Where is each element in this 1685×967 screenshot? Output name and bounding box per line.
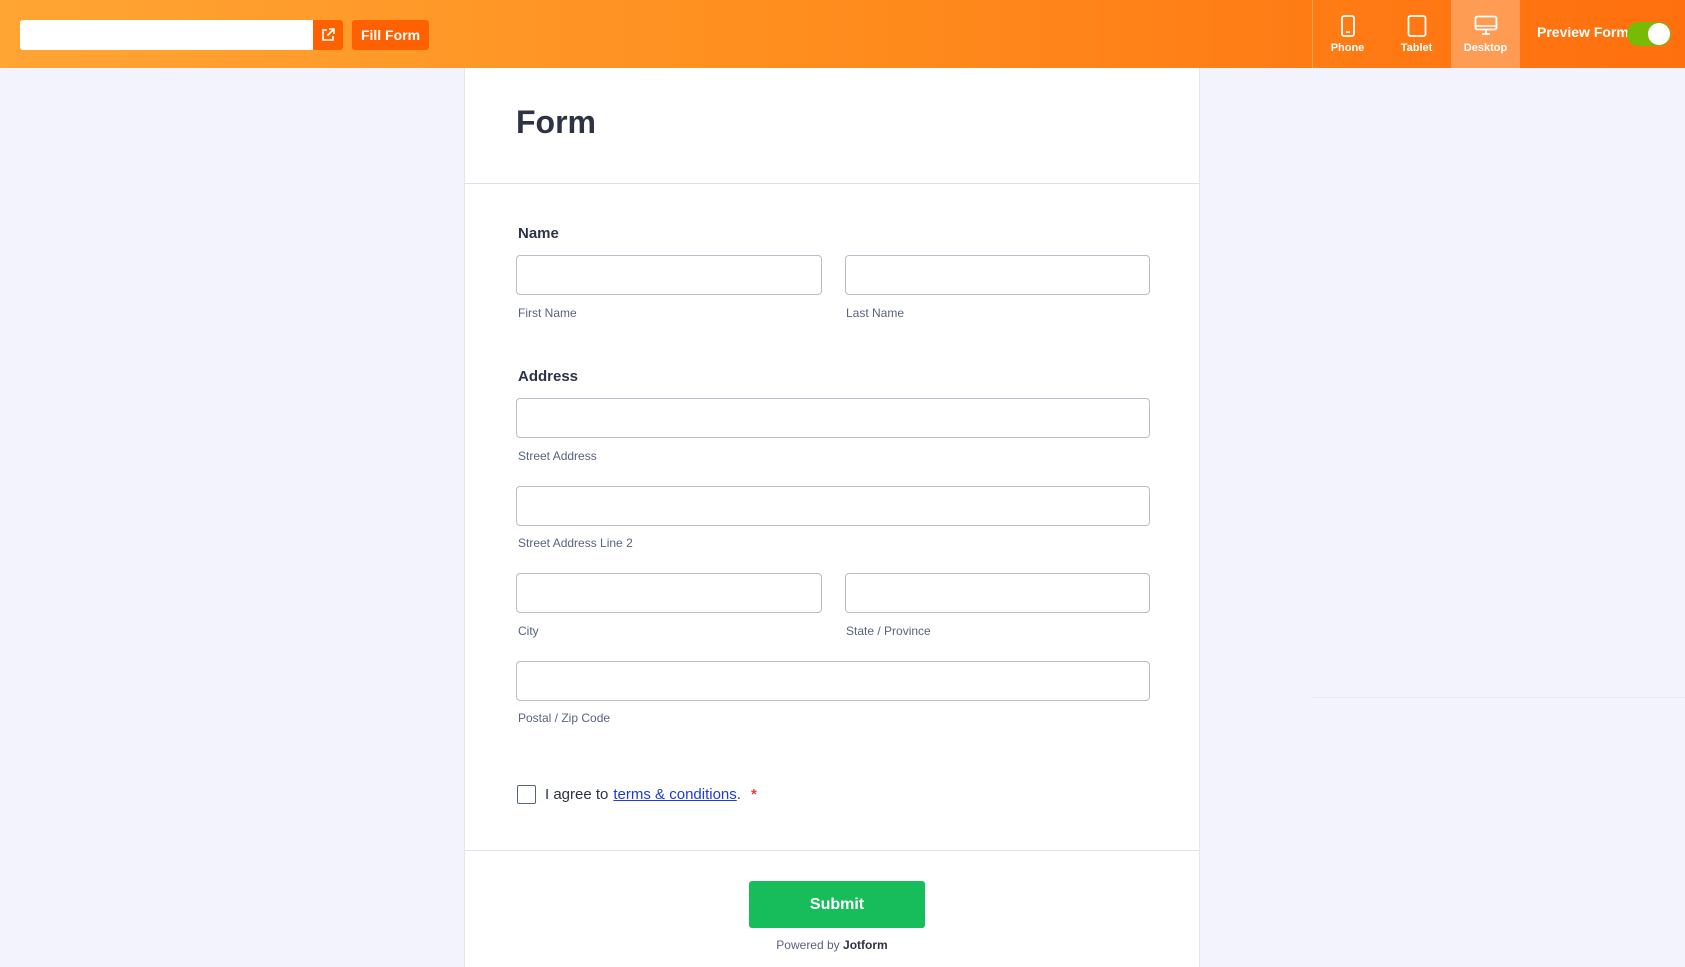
submit-button[interactable]: Submit — [749, 881, 925, 928]
device-desktop-label: Desktop — [1463, 41, 1508, 54]
name-label: Name — [518, 225, 559, 242]
form-url-field[interactable] — [20, 20, 313, 50]
footer-divider — [465, 850, 1199, 851]
city-sublabel: City — [518, 624, 539, 638]
device-switcher: Phone Tablet Desktop — [1312, 0, 1520, 68]
preview-form-label: Preview Form — [1537, 24, 1629, 40]
state-province-sublabel: State / Province — [846, 624, 931, 638]
device-phone-label: Phone — [1330, 41, 1365, 54]
device-tablet-button[interactable]: Tablet — [1382, 0, 1451, 68]
city-input[interactable] — [516, 573, 822, 613]
right-divider — [1313, 697, 1685, 698]
street-address-line2-input[interactable] — [516, 486, 1150, 526]
powered-by: Powered by Jotform — [465, 938, 1199, 952]
agree-suffix: . — [736, 786, 741, 803]
fill-form-button[interactable]: Fill Form — [352, 20, 429, 50]
toggle-knob — [1648, 23, 1670, 45]
form-header: Form — [465, 68, 1199, 184]
device-tablet-label: Tablet — [1400, 41, 1433, 54]
terms-checkbox[interactable] — [517, 785, 536, 804]
terms-row: I agree to terms & conditions . * — [517, 785, 757, 804]
first-name-input[interactable] — [516, 255, 822, 295]
terms-conditions-link[interactable]: terms & conditions — [613, 786, 736, 803]
jotform-brand[interactable]: Jotform — [843, 938, 888, 952]
street-address-input[interactable] — [516, 398, 1150, 438]
preview-form-toggle[interactable] — [1627, 22, 1671, 46]
required-asterisk: * — [750, 786, 757, 803]
street-address-sublabel: Street Address — [518, 449, 597, 463]
phone-icon — [1340, 14, 1355, 37]
postal-code-input[interactable] — [516, 661, 1150, 701]
desktop-icon — [1474, 15, 1497, 35]
top-bar: Fill Form Phone Tablet Desktop Preview F… — [0, 0, 1685, 68]
form-card: Form Name First Name Last Name Address S… — [464, 68, 1200, 967]
device-desktop-button[interactable]: Desktop — [1451, 0, 1520, 68]
agree-text: I agree to — [545, 786, 609, 803]
street-address-line2-sublabel: Street Address Line 2 — [518, 536, 633, 550]
address-label: Address — [518, 368, 579, 385]
last-name-sublabel: Last Name — [846, 306, 905, 320]
device-phone-button[interactable]: Phone — [1313, 0, 1382, 68]
last-name-input[interactable] — [845, 255, 1150, 295]
first-name-sublabel: First Name — [518, 306, 577, 320]
postal-code-sublabel: Postal / Zip Code — [518, 711, 611, 725]
open-external-button[interactable] — [313, 20, 343, 50]
tablet-icon — [1407, 14, 1426, 37]
form-title: Form — [516, 104, 596, 140]
powered-by-text: Powered by — [776, 938, 840, 952]
state-province-input[interactable] — [845, 573, 1150, 613]
external-link-icon — [322, 28, 335, 41]
